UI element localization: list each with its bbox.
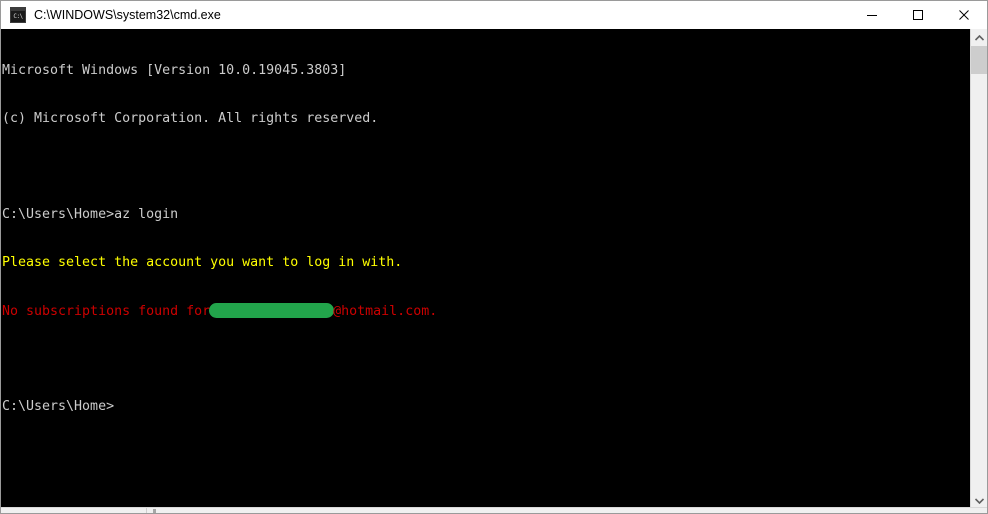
cmd-console-icon	[10, 7, 26, 23]
minimize-icon	[867, 15, 877, 16]
scroll-up-button[interactable]	[971, 29, 987, 46]
maximize-button[interactable]	[895, 1, 941, 29]
console-output-area[interactable]: Microsoft Windows [Version 10.0.19045.38…	[1, 29, 970, 509]
cmd-icon-screen	[11, 11, 25, 22]
console-line-command: C:\Users\Home>az login	[2, 207, 179, 222]
minimize-button[interactable]	[849, 1, 895, 29]
window-controls	[849, 1, 987, 29]
console-line: (c) Microsoft Corporation. All rights re…	[2, 111, 379, 126]
console-line-error: No subscriptions found for @hotmail.com.	[2, 303, 437, 319]
horizontal-scrollbar-tick	[146, 508, 147, 513]
console-error-suffix: @hotmail.com.	[333, 304, 438, 319]
console-line: Microsoft Windows [Version 10.0.19045.38…	[2, 63, 347, 78]
window-title: C:\WINDOWS\system32\cmd.exe	[34, 8, 221, 22]
horizontal-scrollbar[interactable]	[1, 507, 987, 513]
console-prompt: C:\Users\Home>	[2, 399, 115, 414]
console-text-buffer: Microsoft Windows [Version 10.0.19045.38…	[2, 31, 437, 447]
chevron-down-icon	[975, 497, 984, 504]
horizontal-scrollbar-thumb[interactable]	[153, 509, 156, 513]
close-button[interactable]	[941, 1, 987, 29]
cmd-window: C:\WINDOWS\system32\cmd.exe	[0, 0, 988, 514]
chevron-up-icon	[975, 34, 984, 41]
console-error-prefix: No subscriptions found for	[2, 304, 211, 319]
close-icon	[959, 10, 969, 20]
title-bar[interactable]: C:\WINDOWS\system32\cmd.exe	[1, 1, 987, 29]
redacted-email-username	[209, 303, 335, 318]
maximize-icon	[913, 10, 923, 20]
vertical-scrollbar-thumb[interactable]	[971, 46, 987, 74]
vertical-scrollbar[interactable]	[970, 29, 987, 509]
console-line-warning: Please select the account you want to lo…	[2, 255, 403, 270]
